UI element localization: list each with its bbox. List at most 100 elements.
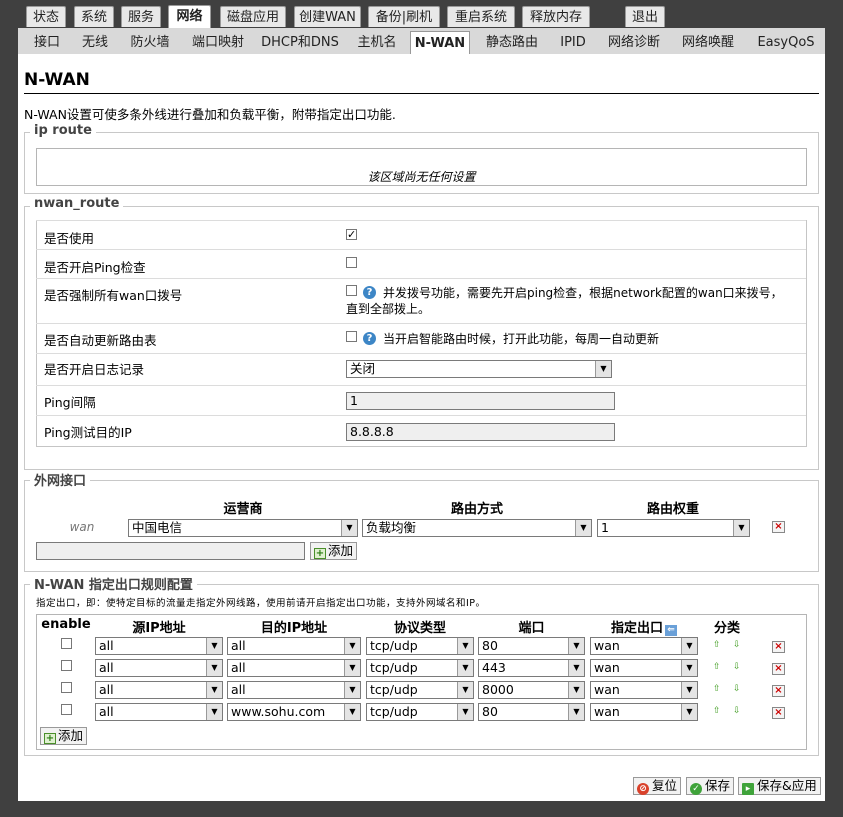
top-tab-free-memory[interactable]: 释放内存 <box>522 6 590 27</box>
check-icon: ✓ <box>690 783 702 795</box>
add-icon: + <box>314 548 326 559</box>
src-ip-value: all <box>99 704 114 719</box>
top-tab-logout[interactable]: 退出 <box>625 6 665 27</box>
sub-tab-wol[interactable]: 网络唤醒 <box>675 31 741 54</box>
dst-ip-select[interactable]: all ▼ <box>227 637 361 655</box>
ping-interval-input[interactable]: 1 <box>346 392 615 410</box>
chevron-down-icon: ▼ <box>681 638 697 654</box>
col-dst-ip: 目的IP地址 <box>260 621 328 636</box>
isp-select[interactable]: 中国电信 ▼ <box>128 519 358 537</box>
move-up-icon[interactable]: ⇧ <box>713 640 721 650</box>
save-apply-button[interactable]: ▸ 保存&应用 <box>738 777 821 795</box>
ping-check-checkbox[interactable] <box>346 257 357 268</box>
save-button[interactable]: ✓ 保存 <box>686 777 735 795</box>
sub-tab-easyqos[interactable]: EasyQoS <box>750 31 822 54</box>
sub-tab-interface[interactable]: 接口 <box>28 31 66 54</box>
src-ip-select[interactable]: all ▼ <box>95 703 223 721</box>
rule-enable-checkbox[interactable] <box>61 682 72 693</box>
move-down-icon[interactable]: ⇩ <box>733 706 741 716</box>
src-ip-select[interactable]: all ▼ <box>95 659 223 677</box>
route-mode-value: 负载均衡 <box>366 520 417 535</box>
delete-icon[interactable]: × <box>772 663 785 675</box>
dst-ip-select[interactable]: all ▼ <box>227 659 361 677</box>
dst-ip-select[interactable]: www.sohu.com ▼ <box>227 703 361 721</box>
out-value: wan <box>594 682 620 697</box>
delete-icon[interactable]: × <box>772 641 785 653</box>
sub-tab-port-forward[interactable]: 端口映射 <box>186 31 250 54</box>
rule-enable-checkbox[interactable] <box>61 704 72 715</box>
out-select[interactable]: wan ▼ <box>590 703 698 721</box>
sub-tab-dhcp-dns[interactable]: DHCP和DNS <box>258 31 342 54</box>
sub-tab-hostname[interactable]: 主机名 <box>351 31 403 54</box>
ping-ip-input[interactable]: 8.8.8.8 <box>346 423 615 441</box>
nwan-route-legend: nwan_route <box>30 196 124 211</box>
chevron-down-icon: ▼ <box>457 682 473 698</box>
chevron-down-icon: ▼ <box>681 682 697 698</box>
add-wan-button[interactable]: + 添加 <box>310 542 358 560</box>
src-ip-select[interactable]: all ▼ <box>95 681 223 699</box>
sub-tab-nwan[interactable]: N-WAN <box>410 31 470 54</box>
sub-tab-firewall[interactable]: 防火墙 <box>122 31 178 54</box>
move-down-icon[interactable]: ⇩ <box>733 640 741 650</box>
ip-route-empty: 该区域尚无任何设置 <box>367 170 476 184</box>
sub-tab-wireless[interactable]: 无线 <box>76 31 114 54</box>
delete-icon[interactable]: × <box>772 707 785 719</box>
top-tab-network[interactable]: 网络 <box>168 5 211 28</box>
rule-enable-checkbox[interactable] <box>61 660 72 671</box>
top-tab-backup[interactable]: 备份|刷机 <box>368 6 440 27</box>
sub-tab-net-diag[interactable]: 网络诊断 <box>601 31 667 54</box>
protocol-select[interactable]: tcp/udp ▼ <box>366 659 474 677</box>
auto-update-checkbox[interactable] <box>346 331 357 342</box>
sub-tab-static-route[interactable]: 静态路由 <box>479 31 545 54</box>
chevron-down-icon: ▼ <box>568 704 584 720</box>
add-rule-label: 添加 <box>58 728 84 743</box>
delete-icon[interactable]: × <box>772 685 785 697</box>
reset-button[interactable]: ⊘ 复位 <box>633 777 682 795</box>
src-ip-select[interactable]: all ▼ <box>95 637 223 655</box>
nwan-row-label: 是否自动更新路由表 <box>44 333 157 348</box>
top-tab-reboot[interactable]: 重启系统 <box>447 6 515 27</box>
new-wan-input[interactable] <box>36 542 305 560</box>
top-tab-services[interactable]: 服务 <box>121 6 161 27</box>
save-apply-label: 保存&应用 <box>757 778 817 793</box>
chevron-down-icon: ▼ <box>457 704 473 720</box>
protocol-select[interactable]: tcp/udp ▼ <box>366 637 474 655</box>
add-rule-button[interactable]: + 添加 <box>40 727 88 745</box>
port-select[interactable]: 80 ▼ <box>478 703 585 721</box>
col-category: 分类 <box>713 621 740 636</box>
route-weight-select[interactable]: 1 ▼ <box>597 519 750 537</box>
port-select[interactable]: 80 ▼ <box>478 637 585 655</box>
force-dial-checkbox[interactable] <box>346 285 357 296</box>
enable-checkbox[interactable]: ✓ <box>346 229 357 240</box>
nwan-row-label: Ping测试目的IP <box>44 425 132 440</box>
page-description: N-WAN设置可使多条外线进行叠加和负载平衡，附带指定出口功能. <box>24 107 396 122</box>
protocol-select[interactable]: tcp/udp ▼ <box>366 681 474 699</box>
out-select[interactable]: wan ▼ <box>590 659 698 677</box>
protocol-select[interactable]: tcp/udp ▼ <box>366 703 474 721</box>
chevron-down-icon: ▼ <box>344 682 360 698</box>
log-select[interactable]: 关闭 ▼ <box>346 360 612 378</box>
out-select[interactable]: wan ▼ <box>590 681 698 699</box>
rule-enable-checkbox[interactable] <box>61 638 72 649</box>
nwan-row-label: 是否开启日志记录 <box>44 362 145 377</box>
move-up-icon[interactable]: ⇧ <box>713 706 721 716</box>
port-select[interactable]: 8000 ▼ <box>478 681 585 699</box>
out-value: wan <box>594 660 620 675</box>
wan-iface-legend: 外网接口 <box>30 470 91 489</box>
delete-icon[interactable]: × <box>772 521 785 533</box>
sub-tab-ipid[interactable]: IPID <box>553 31 593 54</box>
dst-ip-select[interactable]: all ▼ <box>227 681 361 699</box>
top-tab-disk[interactable]: 磁盘应用 <box>220 6 286 27</box>
nwan-row-label: Ping间隔 <box>44 395 96 410</box>
route-mode-select[interactable]: 负载均衡 ▼ <box>362 519 592 537</box>
top-tab-system[interactable]: 系统 <box>74 6 114 27</box>
move-down-icon[interactable]: ⇩ <box>733 684 741 694</box>
out-select[interactable]: wan ▼ <box>590 637 698 655</box>
port-select[interactable]: 443 ▼ <box>478 659 585 677</box>
move-up-icon[interactable]: ⇧ <box>713 684 721 694</box>
top-tab-status[interactable]: 状态 <box>26 6 66 27</box>
move-down-icon[interactable]: ⇩ <box>733 662 741 672</box>
sort-icon[interactable]: ⇐ <box>665 625 677 636</box>
top-tab-create-wan[interactable]: 创建WAN <box>294 6 361 27</box>
move-up-icon[interactable]: ⇧ <box>713 662 721 672</box>
